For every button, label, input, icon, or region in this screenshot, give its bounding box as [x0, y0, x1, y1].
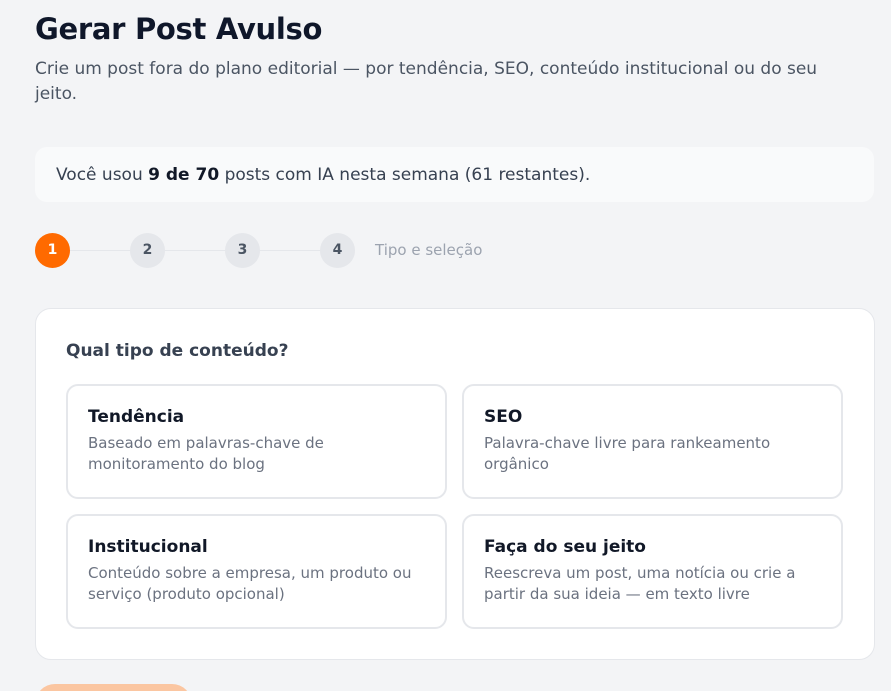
option-tendencia[interactable]: Tendência Baseado em palavras-chave de m… — [66, 384, 447, 499]
content-type-card: Qual tipo de conteúdo? Tendência Baseado… — [35, 308, 875, 660]
stepper: 1 2 3 4 Tipo e seleção — [35, 232, 482, 268]
usage-count: 9 de 70 — [148, 164, 220, 185]
option-description: Baseado em palavras-chave de monitoramen… — [88, 434, 324, 473]
step-1: 1 — [35, 232, 70, 268]
step-connector — [70, 249, 130, 251]
option-seo[interactable]: SEO Palavra-chave livre para rankeamento… — [462, 384, 843, 499]
option-institucional[interactable]: Institucional Conteúdo sobre a empresa, … — [66, 514, 447, 629]
content-type-question: Qual tipo de conteúdo? — [66, 341, 289, 361]
page: Gerar Post Avulso Crie um post fora do p… — [0, 0, 891, 691]
option-title: SEO — [484, 407, 523, 427]
usage-text: Você usou 9 de 70 posts com IA nesta sem… — [56, 165, 590, 185]
step-3: 3 — [225, 232, 260, 268]
option-title: Faça do seu jeito — [484, 537, 646, 557]
step-connector — [165, 249, 225, 251]
step-connector — [260, 249, 320, 251]
usage-suffix: posts com IA nesta semana (61 restantes)… — [219, 164, 591, 185]
page-subtitle: Crie um post fora do plano editorial — p… — [35, 59, 818, 104]
option-title: Tendência — [88, 407, 185, 427]
option-title: Institucional — [88, 537, 208, 557]
step-4: 4 — [320, 232, 355, 268]
option-faca-do-seu-jeito[interactable]: Faça do seu jeito Reescreva um post, uma… — [462, 514, 843, 629]
option-description: Palavra-chave livre para rankeamento org… — [484, 434, 771, 473]
option-description: Conteúdo sobre a empresa, um produto ou … — [88, 564, 412, 603]
usage-banner: Você usou 9 de 70 posts com IA nesta sem… — [35, 147, 874, 202]
next-button[interactable] — [35, 684, 192, 691]
step-current-label: Tipo e seleção — [375, 241, 483, 259]
usage-prefix: Você usou — [56, 164, 149, 185]
page-title: Gerar Post Avulso — [35, 12, 323, 46]
step-2: 2 — [130, 232, 165, 268]
option-description: Reescreva um post, uma notícia ou crie a… — [484, 564, 796, 603]
